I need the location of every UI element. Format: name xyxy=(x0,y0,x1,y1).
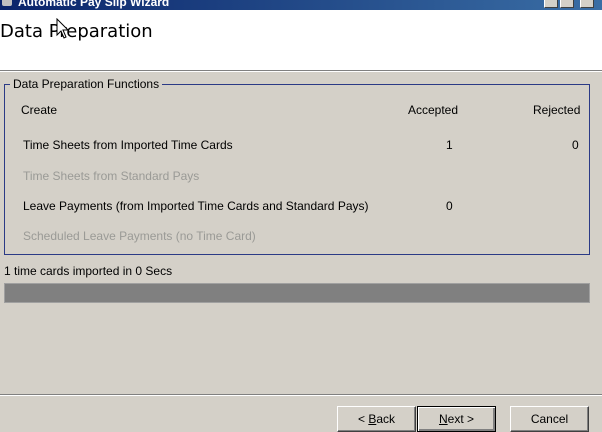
column-header-create: Create xyxy=(21,103,58,117)
group-legend: Data Preparation Functions xyxy=(10,77,163,91)
row-label-time-sheets-standard: Time Sheets from Standard Pays xyxy=(23,169,200,183)
back-button[interactable]: < Back xyxy=(337,406,416,432)
page-title: Data Preparation xyxy=(0,21,153,42)
row-rejected-time-sheets-imported: 0 xyxy=(572,138,579,152)
progress-fill xyxy=(5,284,589,302)
next-button[interactable]: Next > xyxy=(417,406,496,432)
minimize-button[interactable] xyxy=(544,0,558,8)
mouse-cursor-icon xyxy=(56,18,70,39)
close-button[interactable] xyxy=(580,0,594,8)
cancel-button[interactable]: Cancel xyxy=(510,406,589,432)
status-text: 1 time cards imported in 0 Secs xyxy=(4,264,173,278)
maximize-button[interactable] xyxy=(560,0,574,8)
column-header-rejected: Rejected xyxy=(533,103,581,117)
row-label-scheduled-leave: Scheduled Leave Payments (no Time Card) xyxy=(23,229,256,243)
title-bar: Automatic Pay Slip Wizard xyxy=(0,0,602,10)
wizard-header: Data Preparation xyxy=(0,10,602,71)
column-header-accepted: Accepted xyxy=(408,103,459,117)
row-label-time-sheets-imported: Time Sheets from Imported Time Cards xyxy=(23,138,233,152)
row-accepted-time-sheets-imported: 1 xyxy=(446,138,453,152)
app-icon xyxy=(2,0,12,6)
row-accepted-leave-payments: 0 xyxy=(446,199,453,213)
progress-bar xyxy=(4,283,590,303)
window-title: Automatic Pay Slip Wizard xyxy=(18,0,170,9)
row-label-leave-payments: Leave Payments (from Imported Time Cards… xyxy=(23,199,369,213)
